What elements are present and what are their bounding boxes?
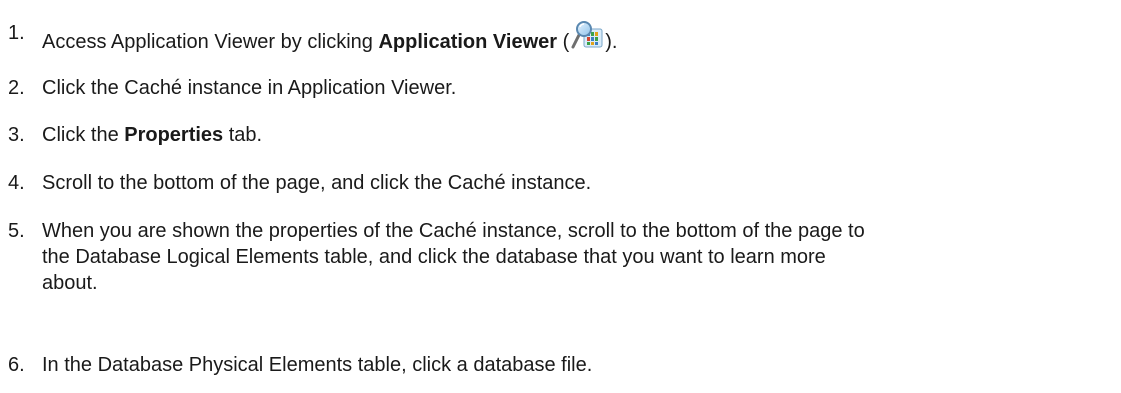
- step-text-line: about.: [42, 272, 98, 294]
- step-text-line: the Database Logical Elements table, and…: [42, 246, 826, 268]
- step-text: Click the Properties tab.: [42, 122, 1102, 148]
- step-text: When you are shown the properties of the…: [42, 218, 1102, 296]
- step-text-plain: tab.: [223, 124, 263, 146]
- properties-label: Properties: [124, 124, 224, 146]
- step-text: Click the Caché instance in Application …: [42, 77, 457, 99]
- step-text-plain: Click the: [42, 124, 125, 146]
- step-number: 2.: [8, 77, 25, 99]
- paren-close: ).: [605, 31, 618, 53]
- application-viewer-icon: [570, 20, 604, 50]
- paren-open: (: [557, 31, 570, 53]
- step-number: 5.: [8, 220, 25, 242]
- step-number: 1.: [8, 22, 25, 44]
- step-number: 6.: [8, 354, 25, 376]
- step-number: 4.: [8, 172, 25, 194]
- step-text-plain: Access Application Viewer by clicking: [42, 31, 379, 53]
- application-viewer-label: Application Viewer: [378, 31, 558, 53]
- step-text: Scroll to the bottom of the page, and cl…: [42, 172, 592, 194]
- step-text: In the Database Physical Elements table,…: [42, 354, 593, 376]
- step-number: 3.: [8, 124, 25, 146]
- step-text-line: When you are shown the properties of the…: [42, 220, 865, 242]
- step-text: Access Application Viewer by clicking Ap…: [42, 20, 1102, 55]
